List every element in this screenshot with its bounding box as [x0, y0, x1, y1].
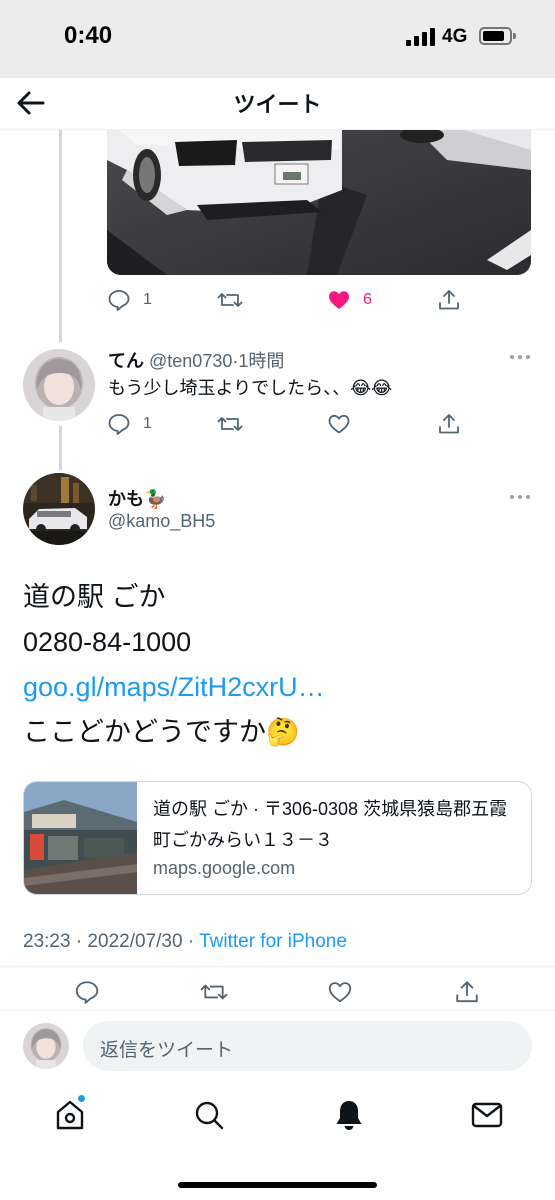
reply-icon — [75, 981, 99, 1004]
heart-icon — [328, 982, 352, 1003]
status-bar: 0:40 4G — [0, 0, 555, 78]
share-icon — [456, 981, 478, 1003]
like-count: 6 — [363, 291, 372, 308]
reply-composer-placeholder: 返信をツイート — [100, 1040, 234, 1061]
reply-icon — [108, 290, 130, 311]
search-icon — [195, 1101, 224, 1130]
thread-line — [59, 130, 62, 342]
retweet-button[interactable] — [217, 285, 243, 315]
avatar-image — [23, 349, 95, 421]
like-button[interactable] — [327, 409, 351, 439]
reply-author-avatar[interactable] — [23, 349, 95, 421]
reply-text: もう少し埼玉よりでしたら、、😂😂 — [108, 378, 393, 398]
reply-count: 1 — [143, 415, 152, 432]
reply-button[interactable]: 1 — [107, 409, 152, 439]
home-indicator — [178, 1182, 377, 1188]
share-button[interactable] — [437, 285, 461, 315]
retweet-button[interactable] — [217, 409, 243, 439]
tweet-phone-number: 0280-84-1000 — [23, 627, 192, 657]
reply-author-handle[interactable]: @ten0730 — [149, 351, 232, 371]
main-author-name[interactable]: かも🦆 — [108, 485, 166, 511]
reply-time: 1時間 — [238, 351, 285, 371]
reply-header: てん @ten0730·1時間 — [108, 351, 285, 371]
tweet-timestamp: 23:23 · 2022/07/30 · Twitter for iPhone — [23, 931, 347, 953]
avatar-image — [23, 1023, 69, 1069]
main-author-handle[interactable]: @kamo_BH5 — [108, 511, 215, 532]
heart-icon — [328, 414, 350, 434]
tab-search[interactable] — [191, 1097, 227, 1133]
like-button[interactable]: 6 — [327, 285, 372, 315]
signal-icon — [406, 28, 436, 46]
share-button[interactable] — [437, 409, 461, 439]
share-icon — [439, 414, 459, 434]
divider — [0, 1010, 555, 1011]
reply-more-button[interactable] — [510, 355, 532, 361]
roadside-station-image — [24, 782, 137, 894]
reply-author-name[interactable]: てん — [108, 351, 144, 371]
reply-tweet-actions: 1 — [107, 409, 467, 439]
reply-icon — [108, 414, 130, 435]
current-user-avatar — [23, 1023, 69, 1069]
previous-tweet-actions: 1 6 — [107, 285, 467, 315]
thread-line — [59, 426, 62, 470]
tweet-text-line: ここどかどうですか🤔 — [23, 717, 300, 747]
heart-filled-icon — [329, 291, 349, 309]
car-photo-image — [107, 120, 531, 275]
tweet-link[interactable]: goo.gl/maps/ZitH2cxrU… — [23, 665, 325, 710]
reply-button[interactable]: 1 — [107, 285, 152, 315]
mail-icon — [471, 1102, 503, 1128]
reply-composer-input[interactable]: 返信をツイート — [83, 1021, 532, 1071]
divider — [0, 966, 555, 967]
main-tweet-actions — [74, 977, 484, 1007]
link-card-thumbnail — [24, 782, 137, 894]
bell-icon — [336, 1101, 362, 1130]
tweet-date: 23:23 · 2022/07/30 · — [23, 931, 200, 952]
retweet-icon — [217, 417, 243, 431]
share-icon — [439, 290, 459, 310]
tweet-text-line: 道の駅 ごか — [23, 582, 166, 612]
top-nav: ツイート — [0, 78, 555, 130]
tweet-text: 道の駅 ごか 0280-84-1000 goo.gl/maps/ZitH2cxr… — [23, 575, 325, 755]
page-title: ツイート — [233, 92, 322, 117]
battery-icon — [479, 27, 516, 45]
link-card[interactable]: 道の駅 ごか · 〒306-0308 茨城県猿島郡五霞町ごかみらい１３－３ ma… — [23, 781, 532, 895]
reply-count: 1 — [143, 291, 152, 308]
reply-button[interactable] — [74, 977, 100, 1007]
status-time: 0:40 — [64, 22, 113, 49]
home-notification-dot — [77, 1094, 86, 1103]
retweet-icon — [217, 293, 243, 307]
link-card-domain: maps.google.com — [153, 858, 296, 878]
main-more-button[interactable] — [510, 495, 532, 501]
retweet-button[interactable] — [199, 977, 229, 1007]
like-button[interactable] — [327, 977, 353, 1007]
retweet-icon — [200, 984, 228, 1000]
tweet-photo[interactable] — [107, 120, 531, 275]
tweet-source-link[interactable]: Twitter for iPhone — [199, 931, 347, 952]
tab-messages[interactable] — [469, 1097, 505, 1133]
share-button[interactable] — [454, 977, 480, 1007]
link-card-title: 道の駅 ごか · 〒306-0308 茨城県猿島郡五霞町ごかみらい１３－３ — [153, 799, 508, 850]
main-author-avatar[interactable] — [23, 473, 95, 545]
avatar-image — [23, 473, 95, 545]
tab-notifications[interactable] — [331, 1097, 367, 1133]
network-type: 4G — [442, 26, 468, 47]
